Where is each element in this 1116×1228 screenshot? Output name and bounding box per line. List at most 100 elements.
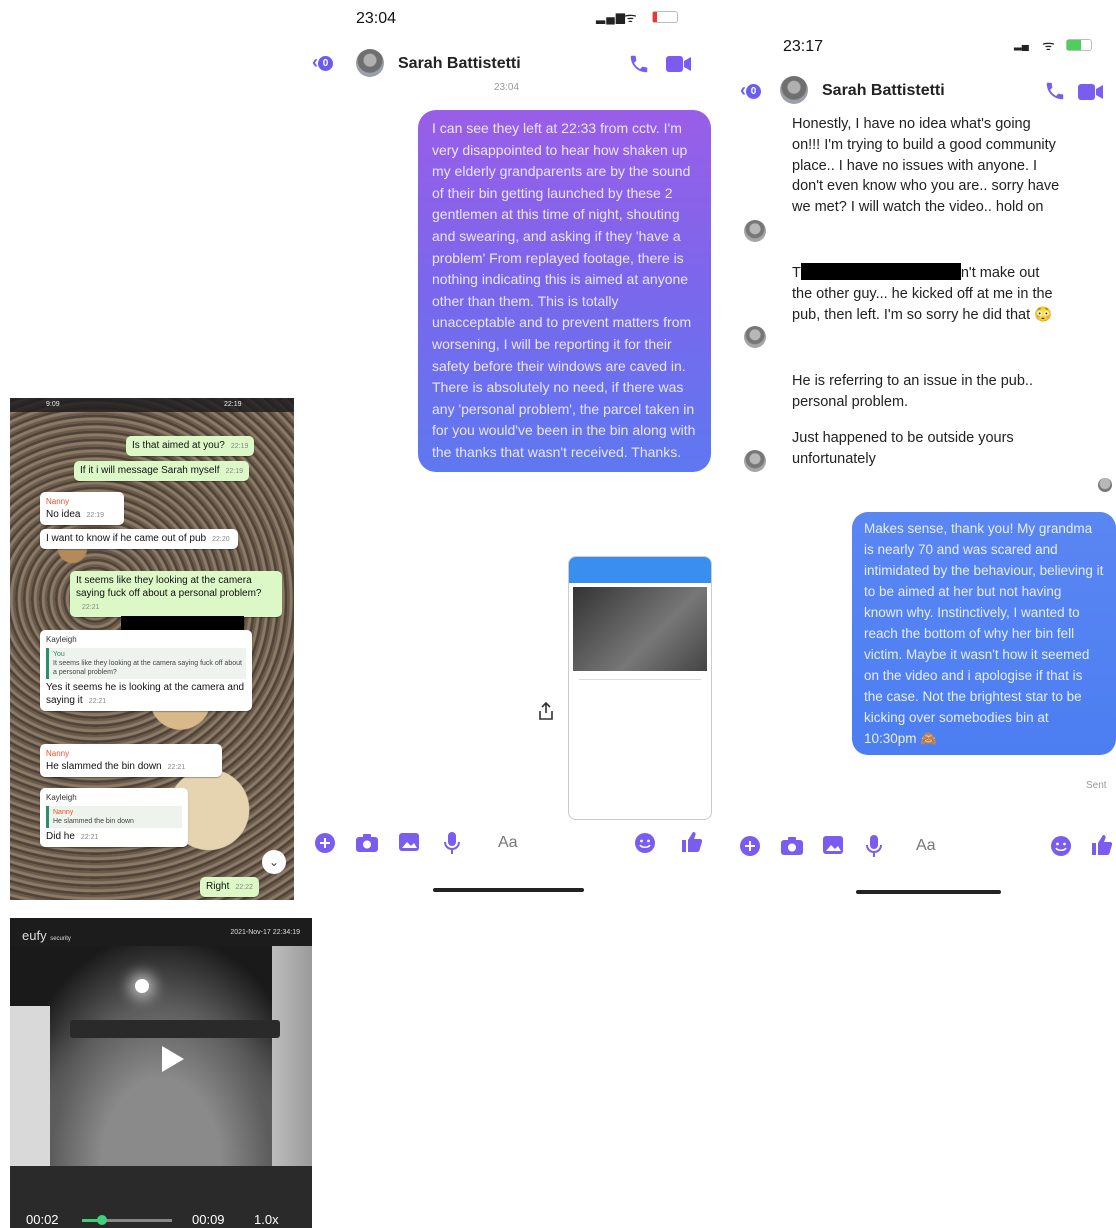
thumbnail-controls <box>579 679 701 686</box>
progress-handle[interactable] <box>96 1215 107 1225</box>
received-message-text: He is referring to an issue in the pub..… <box>792 373 1033 410</box>
wa-sender-name: Kayleigh <box>46 635 77 644</box>
wa-quoted-message: Nanny He slammed the bin down <box>46 806 182 828</box>
wifi-icon: ᯤ <box>1042 37 1055 53</box>
wa-sender-name: Nanny <box>46 749 70 758</box>
wa-message[interactable]: It seems like they looking at the camera… <box>70 571 282 617</box>
back-button[interactable]: ‹ 0 <box>740 80 761 101</box>
contact-avatar[interactable] <box>356 49 384 77</box>
wa-message[interactable]: If it i will message Sarah myself 22:19 <box>74 461 250 481</box>
progress-track[interactable] <box>82 1215 172 1225</box>
wa-message-time: 22:20 <box>212 536 230 543</box>
whatsapp-status-bar: 9:09 22:19 <box>10 398 294 412</box>
wa-message-text: Is that aimed at you? <box>132 440 225 451</box>
wa-status-time-right: 22:19 <box>224 401 242 408</box>
share-icon[interactable] <box>538 702 554 720</box>
wa-message[interactable]: Kayleigh You It seems like they looking a… <box>40 630 252 711</box>
like-icon[interactable] <box>680 830 704 854</box>
emoji-icon[interactable] <box>1050 835 1072 857</box>
duration: 00:09 <box>192 1212 225 1227</box>
scroll-down-icon[interactable]: ⌄ <box>262 850 286 874</box>
wa-message-time: 22:19 <box>225 468 244 475</box>
message-timestamp: 23:04 <box>494 82 520 93</box>
current-time: 00:02 <box>26 1212 59 1227</box>
home-indicator <box>433 888 584 892</box>
message-input[interactable]: Aa <box>916 837 936 855</box>
wa-message-time: 22:22 <box>235 884 253 891</box>
sent-message-text: Makes sense, thank you! My grandma is ne… <box>864 521 1104 746</box>
wa-message-time: 22:19 <box>86 512 104 519</box>
wa-message-text: If it i will message Sarah myself <box>80 465 220 476</box>
wa-message-time: 22:21 <box>82 604 100 611</box>
camera-icon[interactable] <box>355 833 379 853</box>
wa-message[interactable]: I want to know if he came out of pub 22:2… <box>40 529 238 549</box>
received-message[interactable]: Just happened to be outside yours unfort… <box>792 428 1060 470</box>
eufy-logo: eufy security <box>22 928 71 943</box>
wa-status-time: 9:09 <box>46 401 60 408</box>
received-message-prefix: T <box>792 265 801 281</box>
read-receipt-avatar <box>1098 478 1112 492</box>
video-controls: 00:02 00:09 1.0x <box>10 1166 312 1228</box>
wa-quote-text: It seems like they looking at the camera… <box>53 660 242 676</box>
back-badge: 0 <box>318 56 333 71</box>
microphone-icon[interactable] <box>866 834 882 858</box>
redaction-bar <box>800 263 961 280</box>
contact-avatar-small <box>744 220 766 242</box>
wa-message-text: No idea <box>46 509 81 520</box>
eufy-timestamp: 2021-Nov-17 22:34:19 <box>230 929 300 936</box>
contact-name[interactable]: Sarah Battistetti <box>822 82 945 100</box>
wa-message[interactable]: Nanny No idea 22:19 <box>40 492 124 525</box>
contact-avatar[interactable] <box>780 76 808 104</box>
eufy-video-player: eufy security 2021-Nov-17 22:34:19 00:02… <box>10 918 312 1228</box>
add-icon[interactable] <box>314 832 336 854</box>
contact-avatar-small <box>744 326 766 348</box>
wa-sender-name: Kayleigh <box>46 793 77 802</box>
received-message[interactable]: He is referring to an issue in the pub..… <box>792 371 1060 413</box>
video-call-icon[interactable] <box>1078 83 1104 101</box>
eufy-brand-sub: security <box>50 936 71 942</box>
received-message-text: Just happened to be outside yours unfort… <box>792 430 1014 467</box>
phone-icon[interactable] <box>628 53 650 75</box>
signal-icon: ▂▄▆ <box>596 10 626 24</box>
door-frame-right <box>272 946 312 1166</box>
wa-quote-text: He slammed the bin down <box>53 818 134 825</box>
video-call-icon[interactable] <box>666 55 692 73</box>
gallery-icon[interactable] <box>822 835 844 855</box>
wa-message-time: 22:21 <box>80 834 99 841</box>
shared-video-thumbnail[interactable] <box>568 556 712 820</box>
received-message[interactable]: Tn't make out the other guy... he kicked… <box>792 263 1060 325</box>
sent-message-bubble[interactable]: Makes sense, thank you! My grandma is ne… <box>852 512 1116 755</box>
add-icon[interactable] <box>739 835 761 857</box>
wa-message[interactable]: Kayleigh Nanny He slammed the bin down Di… <box>40 788 188 847</box>
wa-quote-name: Nanny <box>53 809 74 816</box>
home-indicator <box>856 890 1001 894</box>
playback-speed[interactable]: 1.0x <box>254 1212 279 1227</box>
thumbnail-video <box>573 587 707 671</box>
wa-message[interactable]: Is that aimed at you? 22:19 <box>126 436 255 456</box>
wa-message-time: 22:21 <box>88 698 107 705</box>
wa-message-text: Yes it seems he is looking at the camera… <box>46 682 245 706</box>
received-message[interactable]: Honestly, I have no idea what's going on… <box>792 114 1060 218</box>
messenger-screen-1: 23:04 ▂▄▆ ᯤ ‹ 0 Sarah Battistetti 23:04 I… <box>300 0 720 900</box>
wa-message[interactable]: Nanny He slammed the bin down 22:21 <box>40 744 222 777</box>
play-icon[interactable] <box>162 1046 184 1072</box>
back-button[interactable]: ‹ 0 <box>312 52 333 73</box>
wa-message-text: I want to know if he came out of pub <box>46 533 207 544</box>
camera-icon[interactable] <box>780 836 804 856</box>
gallery-icon[interactable] <box>398 832 420 852</box>
parked-cars <box>70 1020 280 1038</box>
message-input[interactable]: Aa <box>498 834 518 852</box>
wa-quote-name: You <box>53 651 65 658</box>
microphone-icon[interactable] <box>444 831 460 855</box>
phone-icon[interactable] <box>1044 80 1066 102</box>
like-icon[interactable] <box>1090 833 1114 857</box>
received-message-text: Honestly, I have no idea what's going on… <box>792 116 1060 216</box>
wa-quoted-message: You It seems like they looking at the cam… <box>46 648 246 679</box>
wa-message[interactable]: Right 22:22 <box>200 877 259 897</box>
emoji-icon[interactable] <box>634 832 656 854</box>
status-time: 23:04 <box>356 10 397 27</box>
door-frame <box>10 1006 50 1166</box>
wa-message-text: It seems like they looking at the camera… <box>76 575 262 599</box>
sent-message-bubble[interactable]: I can see they left at 22:33 from cctv. … <box>418 110 711 472</box>
contact-name[interactable]: Sarah Battistetti <box>398 55 521 73</box>
